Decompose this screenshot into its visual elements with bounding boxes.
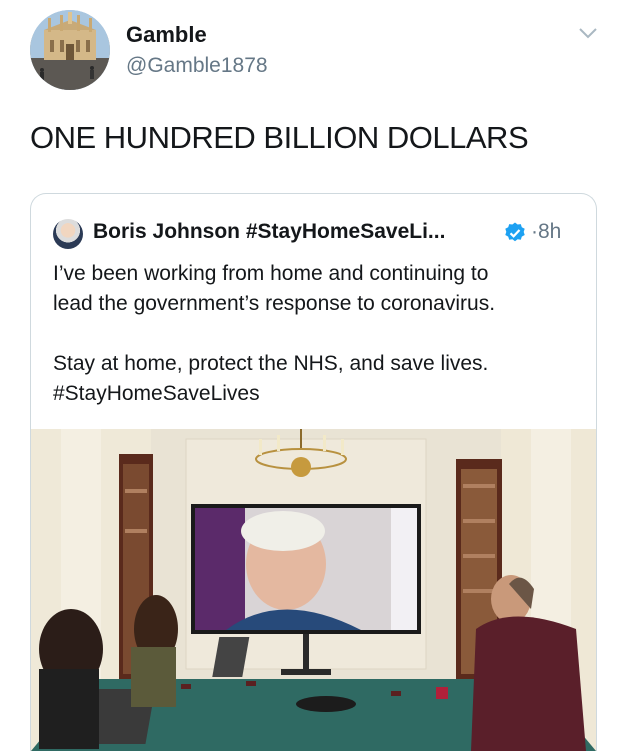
quoted-photo[interactable] xyxy=(31,429,596,751)
tweet: Gamble @Gamble1878 ONE HUNDRED BILLION D… xyxy=(0,0,625,751)
quoted-text-line: I’ve been working from home and continui… xyxy=(53,262,489,285)
quoted-timestamp[interactable]: ·8h xyxy=(531,220,561,244)
avatar[interactable] xyxy=(30,10,110,90)
meeting-room-image xyxy=(31,429,596,751)
tweet-text: ONE HUNDRED BILLION DOLLARS xyxy=(30,120,529,155)
quoted-display-name[interactable]: Boris Johnson #StayHomeSaveLi... xyxy=(93,220,445,244)
time-value: 8h xyxy=(538,220,562,243)
display-name[interactable]: Gamble xyxy=(126,22,207,48)
quoted-avatar[interactable] xyxy=(53,219,83,249)
cathedral-photo xyxy=(30,10,110,90)
quoted-tweet[interactable]: Boris Johnson #StayHomeSaveLi... ·8h I’v… xyxy=(30,193,597,751)
quoted-text-line: lead the government’s response to corona… xyxy=(53,292,496,315)
user-handle[interactable]: @Gamble1878 xyxy=(126,54,268,78)
quoted-hashtag[interactable]: #StayHomeSaveLives xyxy=(53,379,583,409)
quoted-text: I’ve been working from home and continui… xyxy=(53,259,583,409)
time-separator: · xyxy=(531,220,538,243)
chevron-down-icon[interactable] xyxy=(578,26,598,40)
verified-badge-icon xyxy=(505,222,525,242)
quoted-text-line: Stay at home, protect the NHS, and save … xyxy=(53,352,489,375)
